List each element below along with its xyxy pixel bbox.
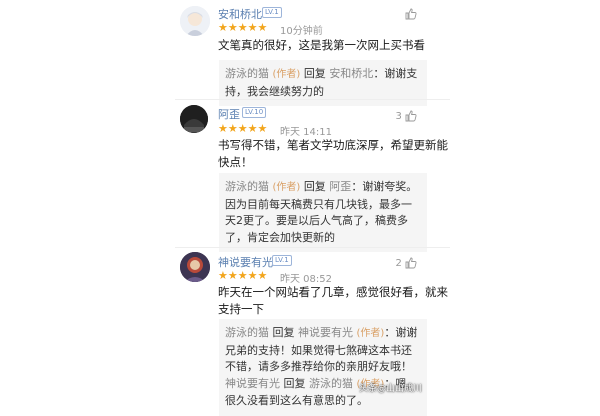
username[interactable]: 安和桥北 [218, 6, 262, 22]
reply-separator: ： [384, 326, 396, 339]
level-badge: LV.10 [242, 107, 267, 118]
reply-to[interactable]: 神说要有光 [298, 326, 353, 339]
reply-separator: ： [373, 67, 385, 80]
comment-item: 安和桥北 LV.1 ★★★★★ 10分钟前 文笔真的很好，这是我第一次网上买书看… [0, 0, 600, 106]
reply-from[interactable]: 游泳的猫 [225, 180, 269, 193]
level-badge: LV.1 [272, 255, 292, 266]
author-tag: (作者) [356, 328, 385, 339]
thumbs-up-icon [405, 110, 417, 122]
reply-to[interactable]: 安和桥北 [329, 67, 373, 80]
watermark: 头条@山山成川 [358, 384, 422, 394]
reply-to[interactable]: 阿歪 [329, 180, 351, 193]
comment-time: 昨天 08:52 [280, 274, 332, 285]
like-button[interactable]: 3 [395, 110, 417, 122]
comment-time: 昨天 14:11 [280, 127, 332, 138]
like-button[interactable]: 2 [395, 257, 417, 269]
avatar[interactable] [180, 6, 210, 36]
reply-box[interactable]: 游泳的猫 回复 神说要有光 (作者)：谢谢兄弟的支持！如果觉得七煞碑这本书还不错… [219, 319, 427, 416]
thumbs-up-icon [405, 257, 417, 269]
reply-from[interactable]: 游泳的猫 [225, 326, 269, 339]
like-count: 3 [395, 111, 402, 122]
author-tag: (作者) [272, 69, 301, 80]
reply-box[interactable]: 游泳的猫 (作者) 回复 阿歪：谢谢夸奖。因为目前每天稿费只有几块钱，最多一天2… [219, 173, 427, 252]
username[interactable]: 阿歪 [218, 106, 240, 122]
level-badge: LV.1 [262, 7, 282, 18]
comment-item: 阿歪 LV.10 ★★★★★ 昨天 14:11 3 书写得不错，笔者文学功底深厚… [0, 100, 600, 252]
reply-verb: 回复 [303, 180, 326, 193]
reply-verb: 回复 [272, 326, 295, 339]
like-count: 2 [395, 258, 402, 269]
reply-from[interactable]: 游泳的猫 [225, 67, 269, 80]
username[interactable]: 神说要有光 [218, 254, 273, 270]
rating-stars: ★★★★★ [218, 21, 268, 34]
avatar[interactable] [180, 105, 208, 133]
rating-stars: ★★★★★ [218, 122, 268, 135]
reply-item[interactable]: 游泳的猫 回复 神说要有光 (作者)：谢谢兄弟的支持！如果觉得七煞碑这本书还不错… [225, 325, 421, 376]
comment-item: 神说要有光 LV.1 ★★★★★ 昨天 08:52 2 昨天在一个网站看了几章，… [0, 248, 600, 416]
author-tag: (作者) [272, 182, 301, 193]
comment-text: 昨天在一个网站看了几章，感觉很好看，就来支持一下 [218, 285, 448, 316]
reply-separator: ： [351, 180, 363, 193]
rating-stars: ★★★★★ [218, 269, 268, 282]
reply-to[interactable]: 游泳的猫 [309, 377, 353, 390]
comment-text: 书写得不错，笔者文学功底深厚，希望更新能快点！ [218, 138, 448, 169]
like-button[interactable] [405, 8, 417, 20]
reply-from[interactable]: 神说要有光 [225, 377, 280, 390]
reply-verb: 回复 [303, 67, 326, 80]
comment-text: 文笔真的很好，这是我第一次网上买书看 [218, 38, 425, 52]
avatar[interactable] [180, 252, 210, 282]
reply-verb: 回复 [283, 376, 306, 390]
comment-time: 10分钟前 [280, 26, 323, 37]
thumbs-up-icon [405, 8, 417, 20]
